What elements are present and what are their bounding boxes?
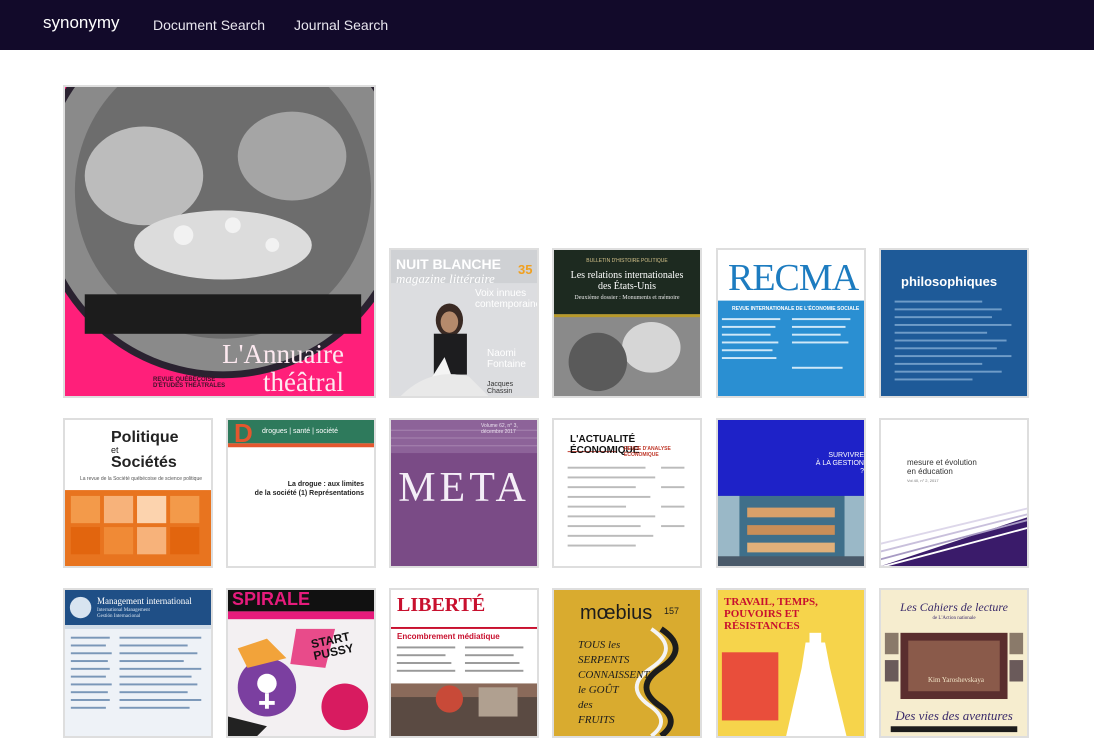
drogues-title-line2: de la société (1) Représentations — [254, 490, 364, 497]
annuaire-title-line1: L'Annuaire — [222, 339, 344, 369]
spirale-artwork — [228, 590, 374, 736]
travail-title-2: POUVOIRS ET — [724, 608, 800, 620]
nuit-feature-line1: Voix innues — [475, 288, 527, 299]
cover-actualite-economique[interactable]: L'ACTUALITÉ ÉCONOMIQUE REVUE D'ANALYSE É… — [552, 418, 702, 568]
bulletin-title-line1: Les relations internationales — [570, 270, 684, 281]
travail-title-1: TRAVAIL, TEMPS, — [724, 596, 818, 608]
cahiers-subtitle: de L'Action nationale — [932, 616, 976, 621]
cahiers-bottom-title: Des vies des aventures — [895, 708, 1013, 723]
cover-philosophiques[interactable]: philosophiques — [879, 248, 1029, 398]
nav-journal-search[interactable]: Journal Search — [294, 17, 388, 33]
nuit-name-line2: Fontaine — [487, 359, 526, 370]
nuit-blanche-subtitle: magazine littéraire — [396, 271, 495, 286]
moebius-text-1: TOUS les — [578, 639, 621, 651]
mesure-stripes — [881, 420, 1027, 566]
drogues-header: drogues | santé | société — [262, 428, 339, 435]
drogues-title-line1: La drogue : aux limites — [287, 481, 364, 488]
survivre-title-line2: À LA GESTION ? — [815, 460, 864, 475]
cover-recma[interactable]: RECMA REVUE INTERNATIONALE DE L'ÉCONOMIE… — [716, 248, 866, 398]
moebius-text-2: SERPENTS — [578, 654, 630, 666]
actualite-subtitle: REVUE D'ANALYSE ÉCONOMIQUE — [624, 446, 671, 458]
nuit-blanche-number: 35 — [518, 262, 533, 277]
cahiers-title: Les Cahiers de lecture — [900, 600, 1008, 614]
brand-logo[interactable]: synonymy — [43, 13, 120, 33]
survivre-title-line1: SURVIVRE — [828, 452, 864, 459]
philosophiques-title: philosophiques — [901, 274, 998, 289]
moebius-text-5: des — [578, 699, 593, 711]
cahiers-author: Kim Yaroshevskaya — [928, 676, 984, 684]
cover-politique-et-societes[interactable]: Politique et Sociétés La revue de la Soc… — [63, 418, 213, 568]
meta-title: META — [398, 465, 530, 511]
mesure-volume: Vol 40, n° 2, 2017 — [907, 478, 939, 483]
cover-management-international[interactable]: Management international International M… — [63, 588, 213, 738]
bulletin-kicker: BULLETIN D'HISTOIRE POLITIQUE — [586, 258, 668, 264]
politique-title-line1: Politique — [111, 429, 179, 446]
cover-meta[interactable]: Volume 62, n° 3, décembre 2017 META — [389, 418, 539, 568]
politique-subtitle: La revue de la Société québécoise de sci… — [79, 476, 203, 482]
cover-annuaire-theatral[interactable]: L'Annuaire théâtral REVUE QUÉBÉCOISE D'É… — [63, 85, 376, 398]
moebius-text-3: CONNAISSENT — [578, 669, 650, 681]
moebius-text-6: FRUITS — [578, 714, 615, 726]
philosophiques-layout — [881, 250, 1027, 396]
cover-survivre-a-la-gestion[interactable]: SURVIVRE À LA GESTION ? — [716, 418, 866, 568]
liberte-title: LIBERTÉ — [397, 594, 486, 616]
politique-title-line2: Sociétés — [111, 454, 177, 471]
nav-document-search[interactable]: Document Search — [153, 17, 265, 33]
recma-title: RECMA — [728, 257, 859, 299]
recma-subtitle: REVUE INTERNATIONALE DE L'ÉCONOMIE SOCIA… — [732, 306, 860, 312]
cover-bulletin-histoire-politique[interactable]: BULLETIN D'HISTOIRE POLITIQUE Les relati… — [552, 248, 702, 398]
nuit-name-line3: Jacques Chassin — [487, 381, 514, 395]
cover-spirale[interactable]: SPIRALE START PUSSY — [226, 588, 376, 738]
navbar: synonymy Document Search Journal Search — [0, 0, 1094, 50]
cover-cahiers-de-lecture[interactable]: Les Cahiers de lecture de L'Action natio… — [879, 588, 1029, 738]
nuit-name-line1: Naomi — [487, 348, 516, 359]
travail-title-3: RÉSISTANCES — [724, 620, 800, 632]
cover-mesure-et-evolution[interactable]: mesure et évolution en éducation Vol 40,… — [879, 418, 1029, 568]
cover-nuit-blanche[interactable]: NUIT BLANCHE magazine littéraire 35 Voix… — [389, 248, 539, 398]
bulletin-title-line2: des États-Unis — [597, 281, 657, 292]
drogues-logo: D — [234, 418, 253, 448]
survivre-library-photo — [718, 420, 864, 566]
nuit-feature-line2: contemporaines — [475, 299, 537, 310]
meta-subtitle: Volume 62, n° 3, décembre 2017 — [481, 423, 518, 435]
cover-moebius[interactable]: mœbius 157 TOUS les SERPENTS CONNAISSENT… — [552, 588, 702, 738]
moebius-text-4: le GOÛT — [578, 684, 619, 696]
moebius-title: mœbius — [580, 602, 653, 624]
spirale-title: SPIRALE — [232, 589, 311, 609]
cover-drogues-sante-societe[interactable]: D drogues | santé | société La drogue : … — [226, 418, 376, 568]
nuit-blanche-title: NUIT BLANCHE — [396, 256, 501, 272]
liberte-theme: Encombrement médiatique — [397, 632, 500, 641]
cover-liberte[interactable]: LIBERTÉ Encombrement médiatique — [389, 588, 539, 738]
annuaire-subtitle: REVUE QUÉBÉCOISE D'ÉTUDES THÉÂTRALES — [153, 377, 226, 389]
cover-travail-temps-pouvoirs[interactable]: TRAVAIL, TEMPS, POUVOIRS ET RÉSISTANCES — [716, 588, 866, 738]
mesure-title-line1: mesure et évolution — [907, 458, 977, 467]
mesure-title-line2: en éducation — [907, 467, 953, 476]
moebius-number: 157 — [664, 606, 680, 616]
management-subtitle-2: Gestión Internacional — [97, 614, 141, 619]
bulletin-subtitle: Deuxième dossier : Monuments et mémoire — [574, 295, 680, 301]
management-title: Management international — [97, 596, 192, 606]
